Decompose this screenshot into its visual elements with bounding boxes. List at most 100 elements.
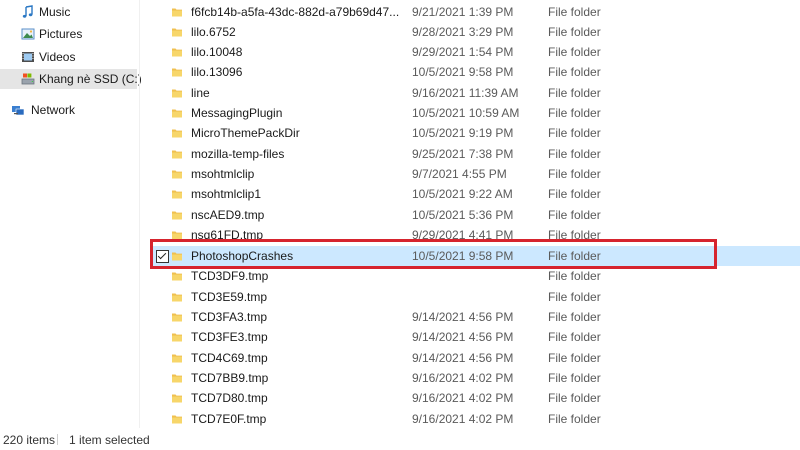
selection-checkbox[interactable]: [156, 250, 169, 263]
folder-icon: [172, 28, 182, 37]
folder-icon: [172, 8, 182, 17]
folder-icon: [172, 272, 182, 281]
file-row[interactable]: TCD3FA3.tmp 9/14/2021 4:56 PM File folder: [150, 307, 800, 327]
nav-label: Pictures: [39, 27, 83, 41]
file-type: File folder: [548, 351, 601, 365]
folder-icon: [172, 190, 182, 199]
folder-icon: [172, 252, 182, 261]
file-type: File folder: [548, 290, 601, 304]
file-date-modified: 10/5/2021 9:19 PM: [412, 126, 514, 140]
nav-item-c-drive[interactable]: Khang nè SSD (C:): [0, 69, 142, 89]
file-row[interactable]: msohtmlclip1 10/5/2021 9:22 AM File folder: [150, 184, 800, 204]
file-row[interactable]: lilo.13096 10/5/2021 9:58 PM File folder: [150, 62, 800, 82]
folder-icon: [172, 231, 182, 240]
file-name: PhotoshopCrashes: [191, 249, 294, 263]
file-name: TCD3E59.tmp: [191, 290, 268, 304]
nav-item-music[interactable]: Music: [0, 2, 137, 22]
file-row[interactable]: line 9/16/2021 11:39 AM File folder: [150, 83, 800, 103]
file-name: lilo.10048: [191, 45, 243, 59]
file-row[interactable]: MicroThemePackDir 10/5/2021 9:19 PM File f…: [150, 123, 800, 143]
file-list: f6fcb14b-a5fa-43dc-882d-a79b69d47... 9/21…: [140, 0, 800, 428]
file-date-modified: 9/14/2021 4:56 PM: [412, 330, 514, 344]
nav-item-pictures[interactable]: Pictures: [0, 24, 137, 44]
file-type: File folder: [548, 310, 601, 324]
file-row[interactable]: TCD7D80.tmp 9/16/2021 4:02 PM File folder: [150, 388, 800, 408]
file-type: File folder: [548, 371, 601, 385]
navigation-pane: Music Pictures Videos Khang nè SSD (C:): [0, 0, 142, 428]
file-date-modified: 9/25/2021 7:38 PM: [412, 147, 514, 161]
folder-icon: [172, 109, 182, 118]
file-row[interactable]: lilo.6752 9/28/2021 3:29 PM File folder: [150, 22, 800, 42]
file-row[interactable]: nsq61FD.tmp 9/29/2021 4:41 PM File folder: [150, 225, 800, 245]
file-name: TCD3DF9.tmp: [191, 269, 269, 283]
nav-label: Network: [31, 103, 76, 117]
file-date-modified: 9/29/2021 4:41 PM: [412, 228, 514, 242]
folder-icon: [172, 48, 182, 57]
file-row[interactable]: lilo.10048 9/29/2021 1:54 PM File folder: [150, 42, 800, 62]
file-type: File folder: [548, 228, 601, 242]
file-date-modified: 9/16/2021 4:02 PM: [412, 412, 514, 426]
file-name: f6fcb14b-a5fa-43dc-882d-a79b69d47...: [191, 5, 400, 19]
file-date-modified: 10/5/2021 5:36 PM: [412, 208, 514, 222]
folder-icon: [172, 211, 182, 220]
drive-icon: [21, 73, 35, 85]
file-name: lilo.6752: [191, 25, 236, 39]
status-bar: 220 items 1 item selected: [0, 428, 800, 450]
file-row[interactable]: TCD3FE3.tmp 9/14/2021 4:56 PM File folder: [150, 327, 800, 347]
folder-icon: [172, 333, 182, 342]
file-date-modified: 9/16/2021 4:02 PM: [412, 391, 514, 405]
file-name: MessagingPlugin: [191, 106, 283, 120]
file-row[interactable]: mozilla-temp-files 9/25/2021 7:38 PM File …: [150, 144, 800, 164]
file-type: File folder: [548, 126, 601, 140]
file-row[interactable]: msohtmlclip 9/7/2021 4:55 PM File folder: [150, 164, 800, 184]
file-type: File folder: [548, 208, 601, 222]
file-row[interactable]: PhotoshopCrashes 10/5/2021 9:58 PM File fo…: [150, 246, 800, 266]
file-type: File folder: [548, 106, 601, 120]
file-name: TCD3FE3.tmp: [191, 330, 268, 344]
nav-item-videos[interactable]: Videos: [0, 47, 137, 67]
file-date-modified: 10/5/2021 10:59 AM: [412, 106, 520, 120]
file-type: File folder: [548, 187, 601, 201]
network-icon: [12, 106, 25, 116]
file-row[interactable]: TCD7E0F.tmp 9/16/2021 4:02 PM File folder: [150, 409, 800, 429]
file-type: File folder: [548, 45, 601, 59]
file-name: TCD7E0F.tmp: [191, 412, 267, 426]
file-row[interactable]: TCD7BB9.tmp 9/16/2021 4:02 PM File folder: [150, 368, 800, 388]
file-row[interactable]: TCD3DF9.tmp File folder: [150, 266, 800, 286]
file-row[interactable]: TCD4C69.tmp 9/14/2021 4:56 PM File folder: [150, 348, 800, 368]
file-name: TCD7D80.tmp: [191, 391, 268, 405]
file-type: File folder: [548, 147, 601, 161]
file-name: nsq61FD.tmp: [191, 228, 264, 242]
pictures-icon: [21, 28, 35, 40]
file-name: lilo.13096: [191, 65, 243, 79]
folder-icon: [172, 293, 182, 302]
folder-icon: [172, 129, 182, 138]
file-date-modified: 10/5/2021 9:58 PM: [412, 65, 514, 79]
file-name: line: [191, 86, 210, 100]
status-divider: [57, 434, 58, 445]
file-date-modified: 9/28/2021 3:29 PM: [412, 25, 514, 39]
nav-label: Videos: [39, 50, 76, 64]
file-name: nscAED9.tmp: [191, 208, 265, 222]
file-row[interactable]: f6fcb14b-a5fa-43dc-882d-a79b69d47... 9/21…: [150, 2, 800, 22]
file-name: MicroThemePackDir: [191, 126, 300, 140]
file-row[interactable]: MessagingPlugin 10/5/2021 10:59 AM File fo…: [150, 103, 800, 123]
file-name: msohtmlclip: [191, 167, 255, 181]
file-row[interactable]: TCD3E59.tmp File folder: [150, 287, 800, 307]
file-type: File folder: [548, 330, 601, 344]
folder-icon: [172, 394, 182, 403]
selection-count: 1 item selected: [69, 433, 150, 447]
nav-item-network[interactable]: Network: [0, 100, 137, 120]
file-name: TCD3FA3.tmp: [191, 310, 268, 324]
file-type: File folder: [548, 5, 601, 19]
file-row[interactable]: nscAED9.tmp 10/5/2021 5:36 PM File folder: [150, 205, 800, 225]
folder-icon: [172, 170, 182, 179]
file-date-modified: 9/14/2021 4:56 PM: [412, 351, 514, 365]
file-date-modified: 9/7/2021 4:55 PM: [412, 167, 507, 181]
folder-icon: [172, 374, 182, 383]
file-date-modified: 10/5/2021 9:22 AM: [412, 187, 513, 201]
file-date-modified: 10/5/2021 9:58 PM: [412, 249, 514, 263]
file-date-modified: 9/14/2021 4:56 PM: [412, 310, 514, 324]
folder-icon: [172, 415, 182, 424]
file-date-modified: 9/21/2021 1:39 PM: [412, 5, 514, 19]
